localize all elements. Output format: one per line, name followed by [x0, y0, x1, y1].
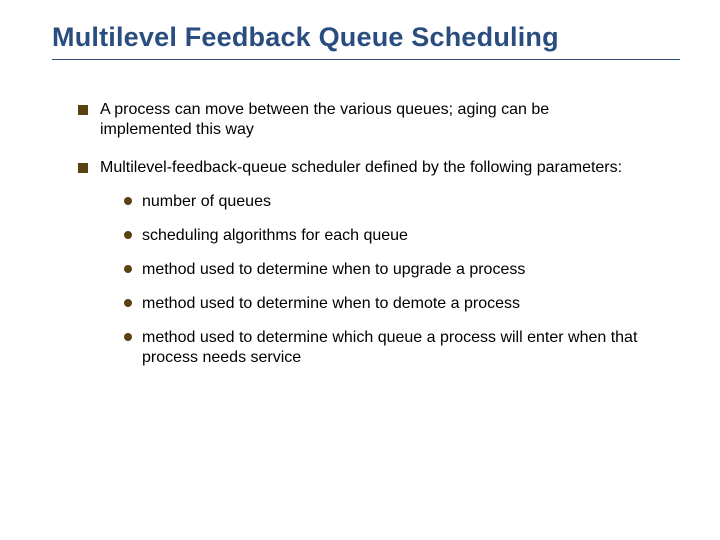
- list-item: method used to determine which queue a p…: [124, 328, 640, 368]
- list-item-text: A process can move between the various q…: [100, 101, 549, 138]
- list-item-text: method used to determine when to upgrade…: [142, 261, 525, 278]
- page-title: Multilevel Feedback Queue Scheduling: [52, 22, 680, 53]
- bullet-list: A process can move between the various q…: [52, 100, 680, 368]
- list-item: method used to determine when to upgrade…: [124, 260, 640, 280]
- list-item: Multilevel-feedback-queue scheduler defi…: [78, 158, 640, 368]
- title-underline: [52, 59, 680, 60]
- list-item-text: method used to determine when to demote …: [142, 295, 520, 312]
- list-item-text: scheduling algorithms for each queue: [142, 227, 408, 244]
- list-item: number of queues: [124, 192, 640, 212]
- list-item: A process can move between the various q…: [78, 100, 640, 140]
- list-item-text: method used to determine which queue a p…: [142, 329, 637, 366]
- list-item: scheduling algorithms for each queue: [124, 226, 640, 246]
- list-item: method used to determine when to demote …: [124, 294, 640, 314]
- list-item-text: Multilevel-feedback-queue scheduler defi…: [100, 159, 622, 176]
- sub-bullet-list: number of queues scheduling algorithms f…: [100, 192, 640, 368]
- list-item-text: number of queues: [142, 193, 271, 210]
- slide: Multilevel Feedback Queue Scheduling A p…: [0, 0, 720, 540]
